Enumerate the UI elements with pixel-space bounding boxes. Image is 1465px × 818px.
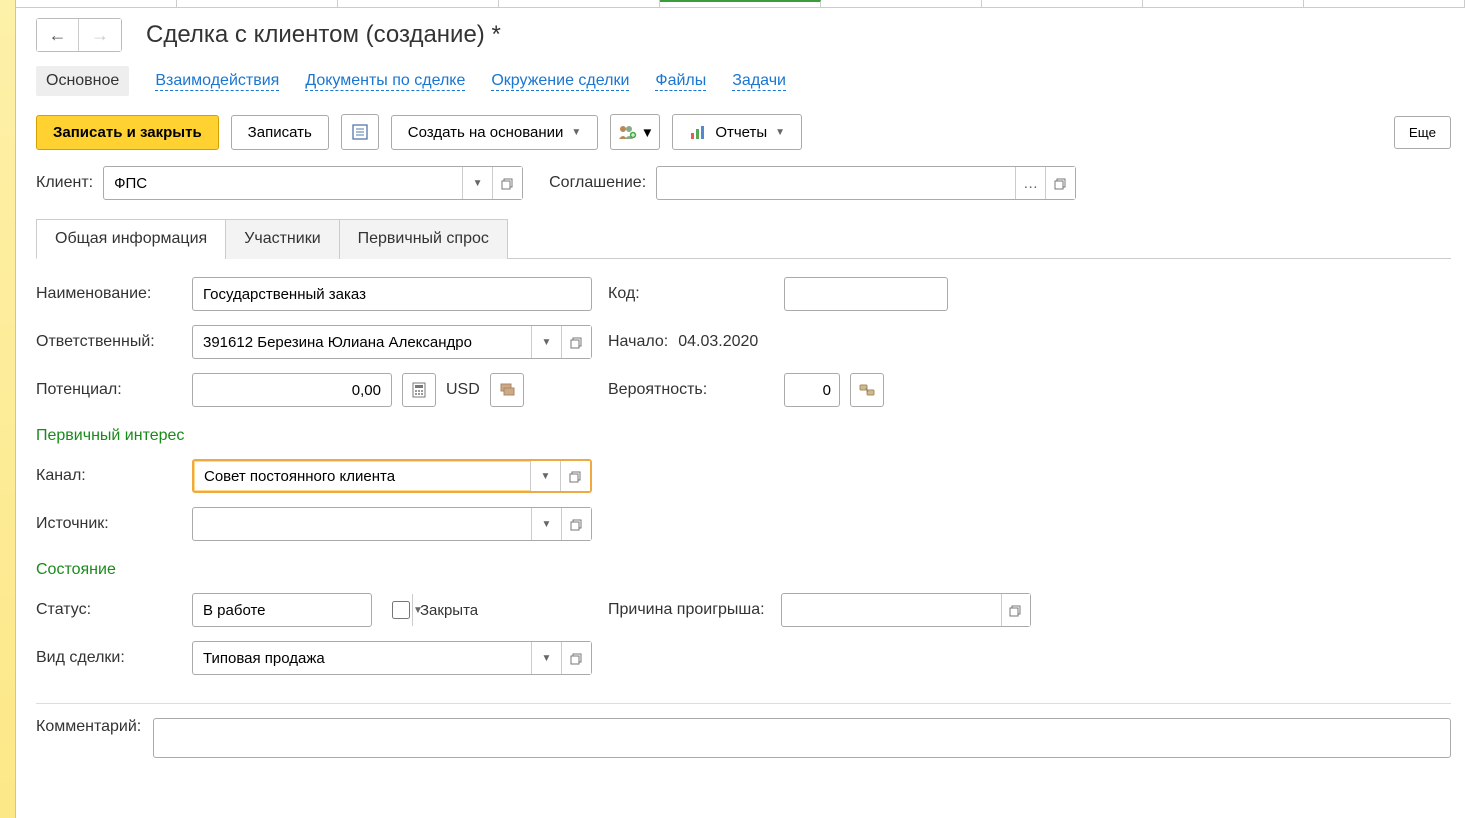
agreement-ellipsis[interactable]: … — [1015, 167, 1045, 199]
chevron-down-icon: ▼ — [542, 519, 552, 530]
chevron-down-icon: ▼ — [541, 471, 551, 482]
status-input[interactable] — [193, 594, 412, 626]
section-status: Состояние — [36, 561, 1451, 579]
open-icon — [1009, 603, 1023, 617]
tab-environment[interactable]: Окружение сделки — [491, 72, 629, 91]
tab-documents[interactable]: Документы по сделке — [305, 72, 465, 91]
client-input[interactable] — [104, 167, 462, 199]
open-icon — [570, 335, 584, 349]
ellipsis-icon: … — [1023, 175, 1038, 192]
channel-open[interactable] — [560, 461, 590, 491]
open-icon — [570, 651, 584, 665]
reports-label: Отчеты — [715, 124, 767, 141]
chevron-down-icon: ▼ — [473, 178, 483, 189]
status-label: Статус: — [36, 601, 176, 619]
save-close-button[interactable]: Записать и закрыть — [36, 115, 219, 150]
arrow-right-icon: → — [91, 25, 109, 46]
comment-label: Комментарий: — [36, 718, 141, 758]
chevron-down-icon: ▼ — [571, 127, 581, 138]
probability-calc-button[interactable] — [850, 373, 884, 407]
save-button[interactable]: Записать — [231, 115, 329, 150]
closed-checkbox[interactable] — [392, 601, 410, 619]
section-interest: Первичный интерес — [36, 427, 1451, 445]
deal-type-input[interactable] — [193, 642, 531, 674]
channel-dropdown[interactable]: ▼ — [530, 461, 560, 491]
probability-input[interactable] — [784, 373, 840, 407]
responsible-input[interactable] — [193, 326, 531, 358]
calculator-button[interactable] — [402, 373, 436, 407]
potential-label: Потенциал: — [36, 381, 176, 399]
chevron-down-icon: ▼ — [641, 125, 654, 140]
responsible-dropdown[interactable]: ▼ — [531, 326, 561, 358]
subtab-general[interactable]: Общая информация — [36, 219, 226, 259]
structure-button[interactable] — [341, 114, 379, 150]
nav-tabs: Основное Взаимодействия Документы по сде… — [36, 66, 1451, 96]
start-label: Начало: — [608, 333, 668, 351]
tab-tasks[interactable]: Задачи — [732, 72, 786, 91]
link-icon — [858, 382, 876, 398]
channel-input[interactable] — [194, 461, 530, 491]
currency-button[interactable] — [490, 373, 524, 407]
source-label: Источник: — [36, 515, 176, 533]
page-title: Сделка с клиентом (создание) * — [146, 21, 501, 49]
loss-reason-label: Причина проигрыша: — [608, 601, 765, 619]
subtab-primary-demand[interactable]: Первичный спрос — [339, 219, 508, 259]
potential-input[interactable] — [192, 373, 392, 407]
reports-button[interactable]: Отчеты ▼ — [672, 114, 802, 150]
deal-type-label: Вид сделки: — [36, 649, 176, 667]
source-dropdown[interactable]: ▼ — [531, 508, 561, 540]
source-input[interactable] — [193, 508, 531, 540]
open-icon — [569, 469, 583, 483]
responsible-label: Ответственный: — [36, 333, 176, 351]
chart-icon — [689, 123, 707, 141]
tab-main[interactable]: Основное — [36, 66, 129, 96]
loss-reason-open[interactable] — [1001, 594, 1030, 626]
chevron-down-icon: ▼ — [542, 653, 552, 664]
more-button[interactable]: Еще — [1394, 116, 1451, 149]
client-dropdown[interactable]: ▼ — [462, 167, 492, 199]
users-button[interactable]: ▼ — [610, 114, 660, 150]
comment-input[interactable] — [153, 718, 1451, 758]
tab-files[interactable]: Файлы — [655, 72, 706, 91]
list-icon — [351, 123, 369, 141]
chevron-down-icon: ▼ — [775, 127, 785, 138]
name-label: Наименование: — [36, 285, 176, 303]
client-label: Клиент: — [36, 174, 93, 192]
forward-button[interactable]: → — [79, 19, 121, 51]
calculator-icon — [411, 382, 427, 398]
back-button[interactable]: ← — [37, 19, 79, 51]
cards-icon — [498, 382, 516, 398]
currency-label: USD — [446, 381, 480, 399]
channel-label: Канал: — [36, 467, 176, 485]
agreement-open[interactable] — [1045, 167, 1075, 199]
loss-reason-input[interactable] — [782, 594, 1001, 626]
deal-type-dropdown[interactable]: ▼ — [531, 642, 561, 674]
create-based-button[interactable]: Создать на основании ▼ — [391, 115, 599, 150]
open-icon — [1054, 176, 1068, 190]
open-icon — [570, 517, 584, 531]
code-label: Код: — [608, 285, 768, 303]
source-open[interactable] — [561, 508, 591, 540]
arrow-left-icon: ← — [49, 25, 67, 46]
users-plus-icon — [617, 123, 637, 141]
agreement-label: Соглашение: — [549, 174, 646, 192]
code-input[interactable] — [784, 277, 948, 311]
start-value: 04.03.2020 — [678, 333, 758, 351]
create-based-label: Создать на основании — [408, 124, 564, 141]
client-open[interactable] — [492, 167, 522, 199]
chevron-down-icon: ▼ — [542, 337, 552, 348]
closed-label: Закрыта — [420, 602, 478, 619]
tab-interactions[interactable]: Взаимодействия — [155, 72, 279, 91]
probability-label: Вероятность: — [608, 381, 768, 399]
subtab-participants[interactable]: Участники — [225, 219, 339, 259]
deal-type-open[interactable] — [561, 642, 591, 674]
responsible-open[interactable] — [561, 326, 591, 358]
agreement-input[interactable] — [657, 167, 1015, 199]
name-input[interactable] — [192, 277, 592, 311]
open-icon — [501, 176, 515, 190]
